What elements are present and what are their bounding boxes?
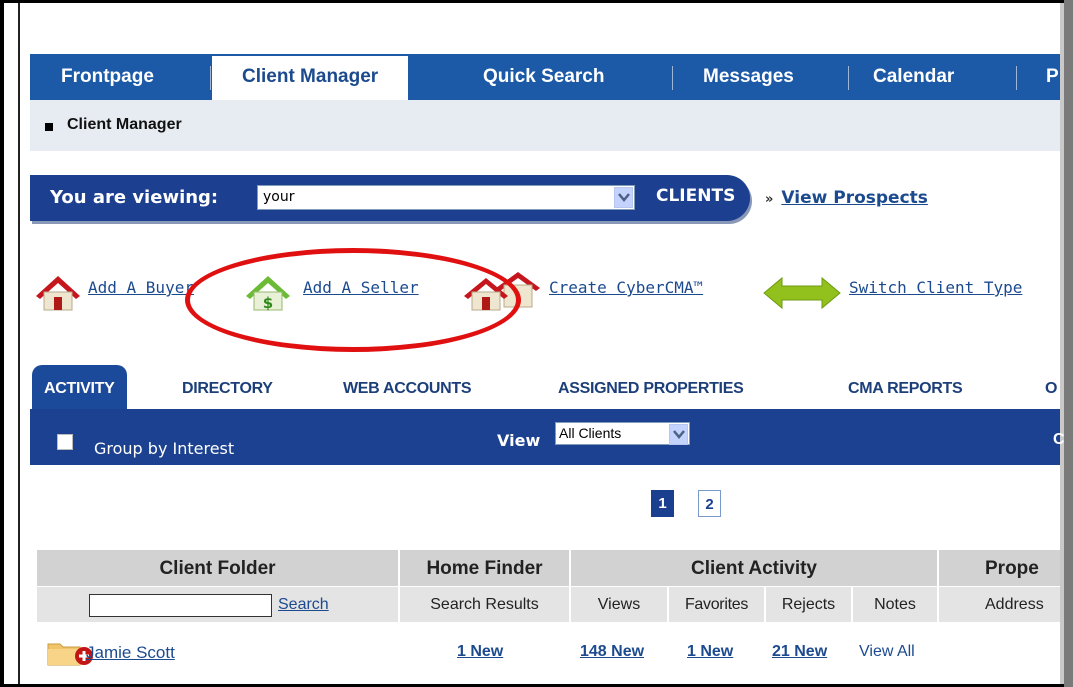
subheader-views: Views bbox=[571, 587, 667, 622]
viewing-dropdown[interactable]: your bbox=[257, 185, 635, 210]
client-search-input[interactable] bbox=[89, 594, 272, 617]
column-group-home-finder: Home Finder bbox=[400, 550, 569, 586]
tab-more[interactable]: O bbox=[1045, 365, 1057, 410]
nav-tab-client-manager[interactable]: Client Manager bbox=[212, 56, 409, 100]
client-search-button[interactable]: Search bbox=[278, 596, 329, 614]
nav-separator bbox=[210, 66, 211, 90]
breadcrumb-current: Client Manager bbox=[67, 116, 182, 133]
search-results-link[interactable]: 1 New bbox=[457, 643, 503, 661]
views-link[interactable]: 148 New bbox=[580, 643, 644, 661]
house-icon bbox=[36, 276, 80, 311]
client-tabs: ACTIVITY DIRECTORY WEB ACCOUNTS ASSIGNED… bbox=[30, 365, 1060, 410]
chevron-down-icon[interactable] bbox=[669, 424, 688, 445]
view-prospects-link[interactable]: View Prospects bbox=[781, 188, 928, 208]
notes-view-all-link[interactable]: View All bbox=[859, 643, 915, 661]
nav-tab-messages[interactable]: Messages bbox=[703, 54, 794, 100]
filter-trailing-label: C bbox=[1053, 431, 1065, 448]
view-prospects: » View Prospects bbox=[765, 188, 928, 208]
nav-tab-quick-search[interactable]: Quick Search bbox=[483, 54, 604, 100]
page-2-button[interactable]: 2 bbox=[698, 490, 721, 517]
tab-web-accounts[interactable]: WEB ACCOUNTS bbox=[343, 365, 472, 410]
tab-directory[interactable]: DIRECTORY bbox=[182, 365, 273, 410]
nav-separator bbox=[848, 66, 849, 90]
subheader-search-results: Search Results bbox=[400, 587, 569, 622]
chevron-down-icon[interactable] bbox=[614, 187, 633, 208]
group-by-interest-label: Group by Interest bbox=[94, 439, 235, 458]
tab-assigned-properties[interactable]: ASSIGNED PROPERTIES bbox=[558, 365, 744, 410]
main-nav: Frontpage Client Manager Quick Search Me… bbox=[30, 54, 1060, 100]
nav-separator bbox=[672, 66, 673, 90]
viewing-dropdown-value: your bbox=[263, 189, 295, 205]
bullet-icon bbox=[45, 123, 53, 131]
subheader-favorites: Favorites bbox=[669, 587, 764, 622]
tab-activity[interactable]: ACTIVITY bbox=[32, 365, 127, 410]
column-group-client-folder: Client Folder bbox=[37, 550, 398, 586]
view-filter-value: All Clients bbox=[559, 425, 622, 441]
frame-shadow-inner bbox=[1060, 3, 1064, 684]
breadcrumb: Client Manager bbox=[30, 100, 1060, 151]
favorites-link[interactable]: 1 New bbox=[687, 643, 733, 661]
double-chevron-icon: » bbox=[765, 192, 774, 207]
rejects-link[interactable]: 21 New bbox=[772, 643, 827, 661]
group-by-interest-checkbox[interactable] bbox=[57, 434, 73, 450]
filter-bar: Group by Interest View All Clients C bbox=[30, 409, 1065, 465]
viewing-label: You are viewing: bbox=[50, 187, 219, 208]
page-1-button[interactable]: 1 bbox=[651, 490, 674, 517]
nav-separator bbox=[1016, 66, 1017, 90]
subheader-address: Address bbox=[939, 587, 1060, 622]
highlight-circle bbox=[185, 248, 521, 352]
client-name-link[interactable]: Jamie Scott bbox=[86, 643, 175, 663]
frame-shadow bbox=[1064, 0, 1073, 687]
subheader-rejects: Rejects bbox=[766, 587, 851, 622]
inner-border bbox=[18, 3, 20, 684]
switch-client-type-link[interactable]: Switch Client Type bbox=[849, 278, 1022, 297]
nav-tab-more[interactable]: P bbox=[1046, 54, 1059, 100]
view-filter-dropdown[interactable]: All Clients bbox=[555, 422, 690, 445]
column-group-properties: Prope bbox=[939, 550, 1060, 586]
subheader-notes: Notes bbox=[853, 587, 937, 622]
viewing-suffix: CLIENTS bbox=[656, 186, 736, 206]
nav-tab-calendar[interactable]: Calendar bbox=[873, 54, 954, 100]
view-filter-label: View bbox=[497, 431, 541, 450]
column-group-client-activity: Client Activity bbox=[571, 550, 937, 586]
double-arrow-icon bbox=[763, 276, 841, 310]
tab-cma-reports[interactable]: CMA REPORTS bbox=[848, 365, 963, 410]
create-cybercma-link[interactable]: Create CyberCMA™ bbox=[549, 278, 703, 297]
add-buyer-link[interactable]: Add A Buyer bbox=[88, 278, 194, 297]
viewing-selector-bar: You are viewing: your CLIENTS bbox=[30, 175, 750, 221]
nav-tab-frontpage[interactable]: Frontpage bbox=[61, 54, 154, 100]
